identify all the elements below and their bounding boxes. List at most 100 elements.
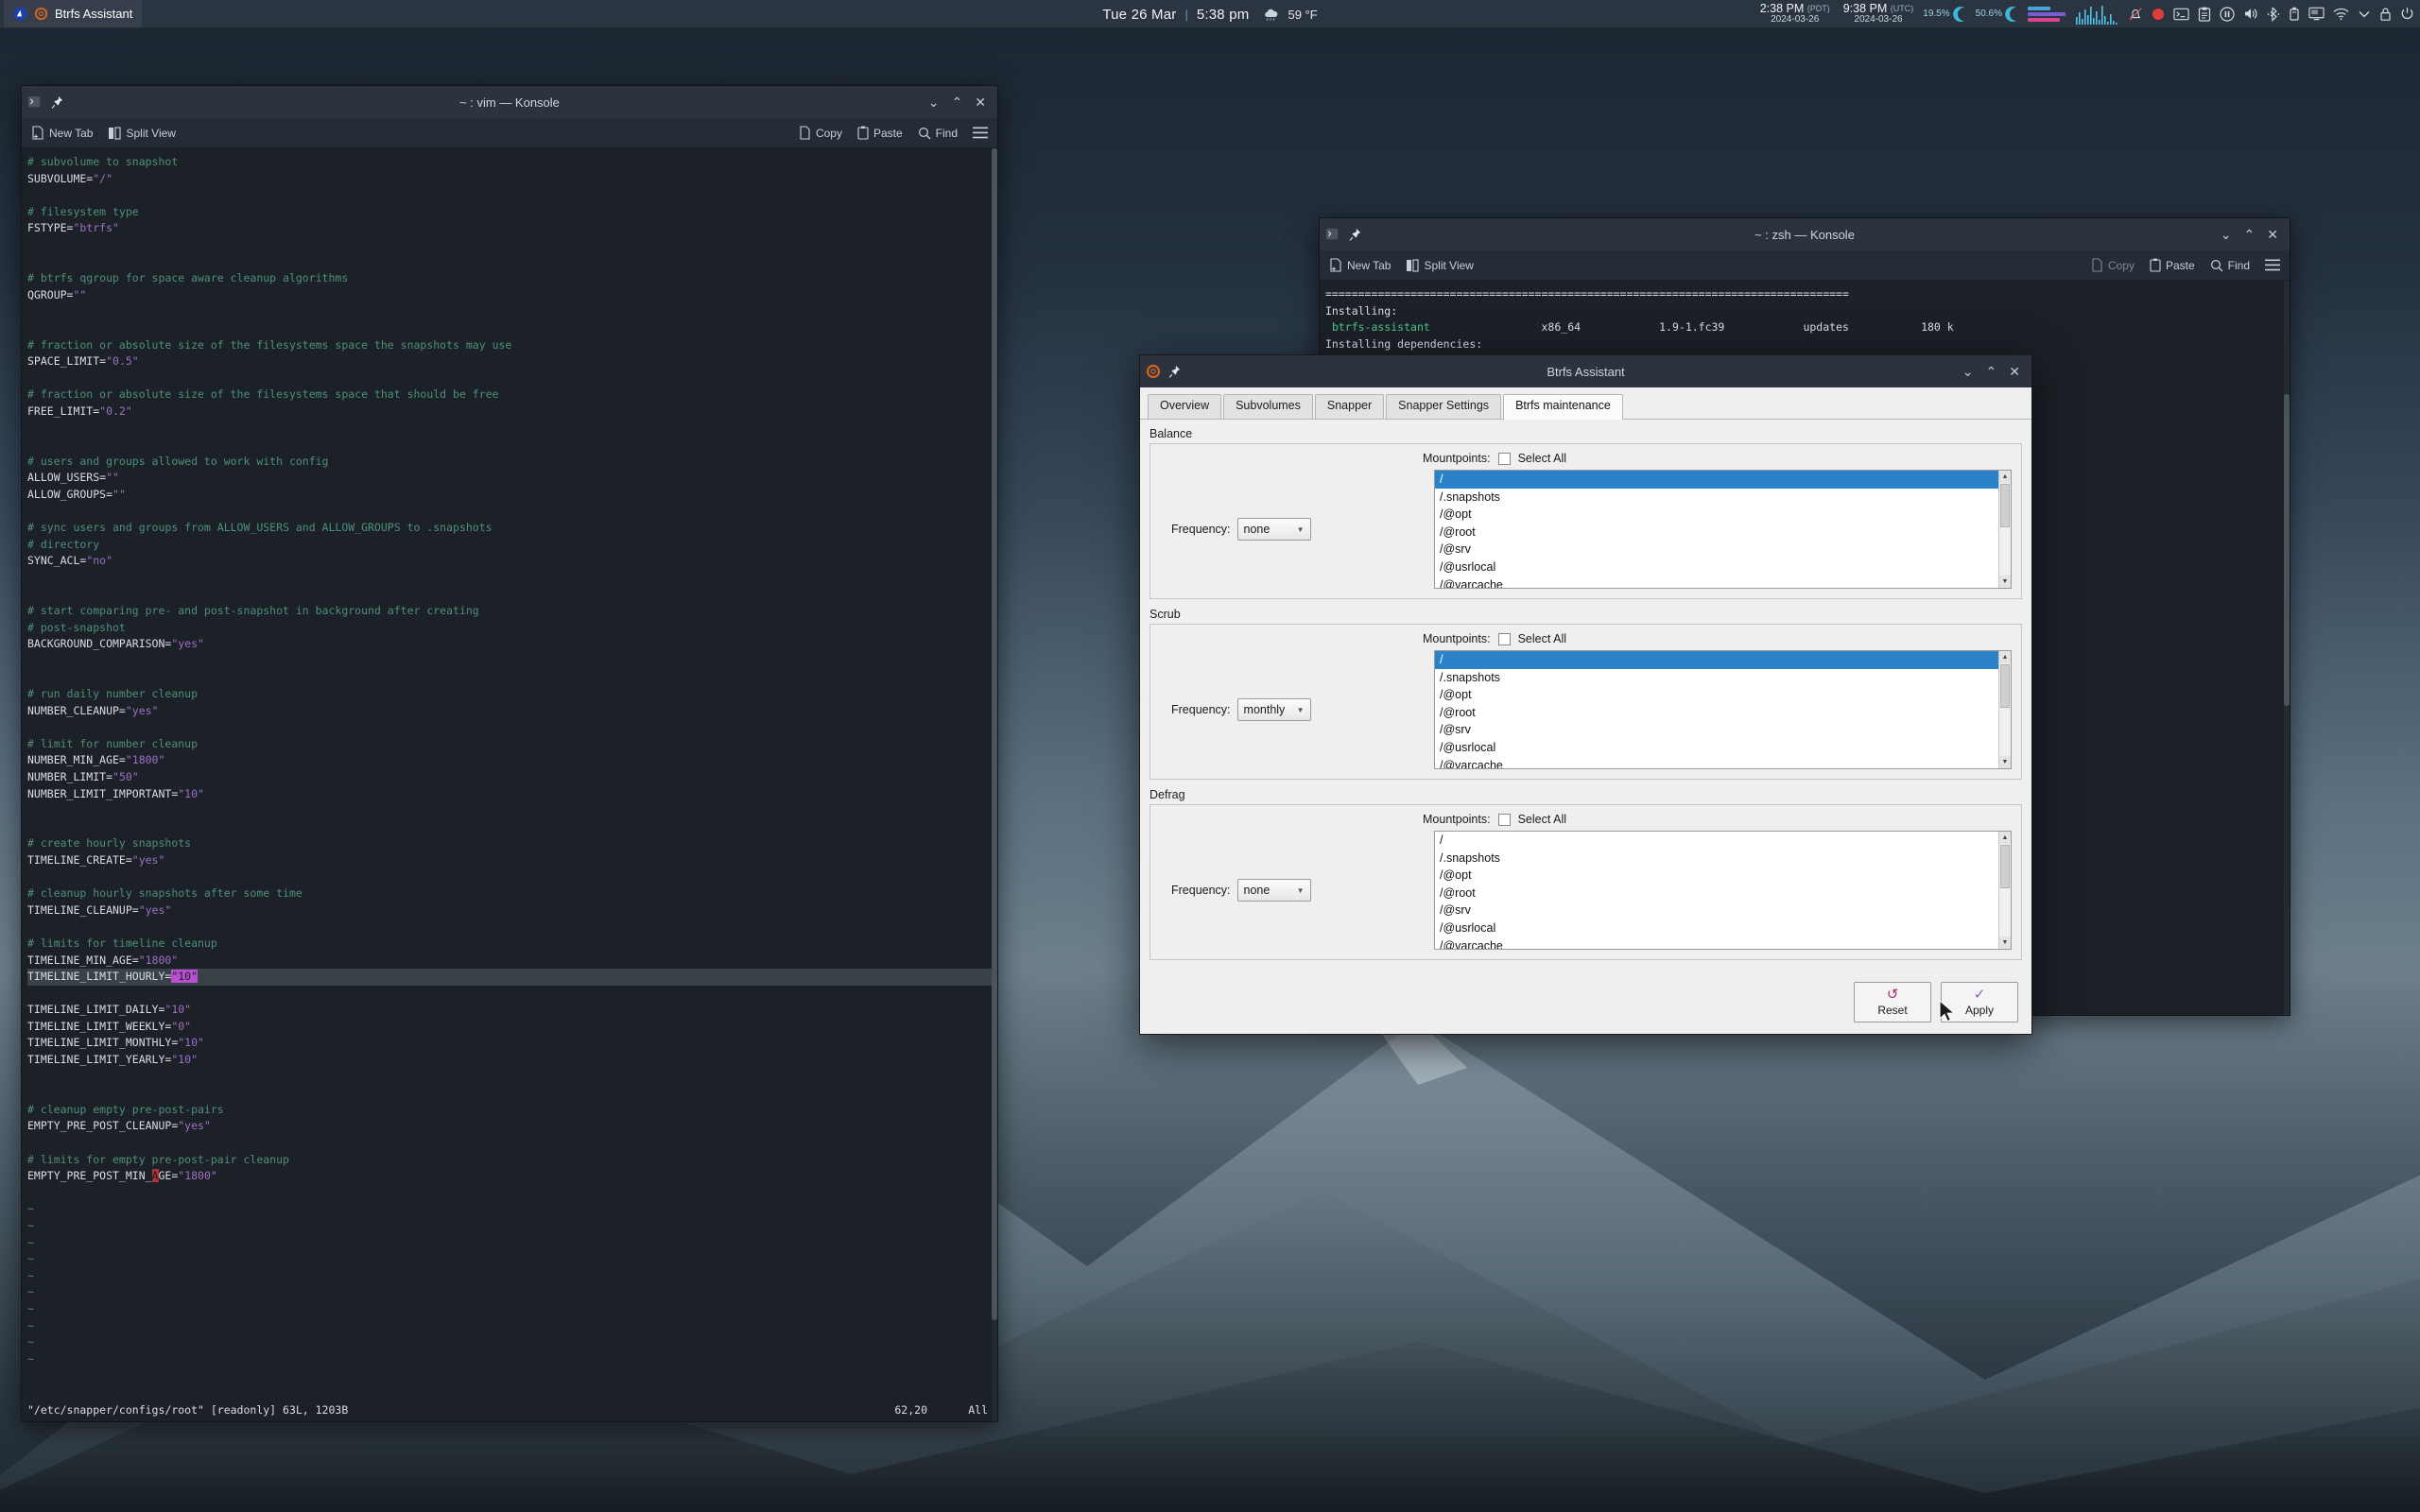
tab-subvolumes[interactable]: Subvolumes — [1223, 394, 1313, 419]
list-item[interactable]: /@opt — [1435, 686, 2011, 704]
zsh-close-button[interactable]: ✕ — [2267, 228, 2278, 241]
zsh-scrollbar[interactable] — [2284, 281, 2290, 1015]
resource-bars-widget[interactable] — [2028, 6, 2066, 22]
vim-scrollbar-thumb[interactable] — [992, 148, 997, 1320]
zsh-paste-button[interactable]: Paste — [2150, 258, 2195, 272]
section-defrag-frequency-select[interactable]: none ▼ — [1236, 879, 1311, 902]
list-item[interactable]: /@usrlocal — [1435, 558, 2011, 576]
section-scrub-frequency-select[interactable]: monthly ▼ — [1236, 698, 1311, 721]
panel-time[interactable]: 5:38 pm — [1197, 7, 1250, 23]
panel-date[interactable]: Tue 26 Mar — [1102, 7, 1176, 23]
terminal-icon[interactable] — [2173, 8, 2189, 21]
vim-editor-buffer[interactable]: # subvolume to snapshot SUBVOLUME="/" # … — [22, 148, 997, 1421]
display-icon[interactable] — [2308, 7, 2325, 21]
zsh-new-tab-button[interactable]: New Tab — [1329, 258, 1391, 272]
pin-icon[interactable] — [1168, 365, 1181, 379]
vim-close-button[interactable]: ✕ — [975, 95, 986, 109]
wifi-icon[interactable] — [2333, 8, 2349, 21]
cpu-meter-1[interactable]: 19.5% — [1923, 6, 1965, 23]
apply-button[interactable]: ✓ Apply — [1941, 982, 2018, 1022]
list-item[interactable]: /.snapshots — [1435, 850, 2011, 868]
bluetooth-icon[interactable] — [2267, 7, 2280, 22]
tab-snapper-settings[interactable]: Snapper Settings — [1386, 394, 1502, 419]
reset-button[interactable]: ↺ Reset — [1854, 982, 1931, 1022]
list-item[interactable]: /@usrlocal — [1435, 739, 2011, 757]
list-item[interactable]: /@opt — [1435, 506, 2011, 524]
power-icon[interactable] — [2400, 7, 2414, 21]
pin-icon[interactable] — [1349, 228, 1361, 242]
section-scrub-mountpoint-list[interactable]: //.snapshots/@opt/@root/@srv/@usrlocal/@… — [1434, 650, 2012, 769]
zsh-copy-button[interactable]: Copy — [2091, 258, 2135, 272]
list-item[interactable]: /@srv — [1435, 541, 2011, 558]
tab-btrfs-maintenance[interactable]: Btrfs maintenance — [1503, 394, 1623, 420]
section-scrub-select-all-checkbox[interactable] — [1497, 632, 1511, 645]
record-icon[interactable] — [2152, 8, 2165, 21]
section-defrag-list-scroll-thumb[interactable] — [2000, 845, 2010, 888]
section-scrub-list-scroll-thumb[interactable] — [2000, 664, 2010, 708]
scroll-down-arrow-icon[interactable]: ▼ — [1999, 936, 2011, 949]
list-item[interactable]: /.snapshots — [1435, 669, 2011, 687]
panel-temperature[interactable]: 59 °F — [1288, 8, 1317, 22]
hamburger-icon[interactable] — [2265, 259, 2280, 271]
tab-overview[interactable]: Overview — [1148, 394, 1222, 419]
pause-icon[interactable] — [2220, 6, 2235, 22]
network-graph-widget[interactable] — [2075, 4, 2118, 25]
list-item[interactable]: /@usrlocal — [1435, 919, 2011, 937]
list-item[interactable]: /@root — [1435, 704, 2011, 722]
zsh-split-view-button[interactable]: Split View — [1406, 259, 1474, 272]
section-balance-mountpoint-list[interactable]: //.snapshots/@opt/@root/@srv/@usrlocal/@… — [1434, 470, 2012, 589]
vim-maximize-button[interactable]: ⌃ — [952, 95, 963, 109]
list-item[interactable]: /@varcache — [1435, 757, 2011, 768]
section-defrag-select-all-checkbox[interactable] — [1497, 813, 1511, 826]
scroll-down-arrow-icon[interactable]: ▼ — [1999, 576, 2011, 588]
volume-icon[interactable] — [2243, 7, 2258, 21]
vim-scrollbar[interactable] — [992, 148, 997, 1421]
list-item[interactable]: / — [1435, 651, 2011, 669]
tab-snapper[interactable]: Snapper — [1314, 394, 1385, 419]
dialog-titlebar[interactable]: Btrfs Assistant ⌄ ⌃ ✕ — [1140, 355, 2031, 387]
clipboard-icon[interactable] — [2198, 7, 2211, 22]
vim-minimize-button[interactable]: ⌄ — [928, 95, 940, 109]
hamburger-icon[interactable] — [973, 127, 988, 139]
zsh-maximize-button[interactable]: ⌃ — [2244, 228, 2256, 241]
vim-copy-button[interactable]: Copy — [799, 126, 842, 140]
dialog-maximize-button[interactable]: ⌃ — [1986, 365, 1997, 378]
list-item[interactable]: /@opt — [1435, 867, 2011, 885]
chevron-down-icon[interactable] — [2358, 9, 2371, 20]
dialog-minimize-button[interactable]: ⌄ — [1962, 365, 1974, 378]
bell-off-icon[interactable] — [2128, 7, 2143, 22]
dual-clock-widget[interactable]: 2:38 PM (PDT) 2024-03-26 9:38 PM (UTC) 2… — [1760, 2, 1914, 26]
vim-split-view-button[interactable]: Split View — [108, 127, 176, 140]
lock-icon[interactable] — [2379, 7, 2392, 22]
taskbar-entry-btrfs-assistant[interactable]: Btrfs Assistant — [4, 0, 143, 27]
vim-new-tab-button[interactable]: New Tab — [31, 126, 93, 140]
section-balance-list-scroll-thumb[interactable] — [2000, 484, 2010, 527]
list-item[interactable]: /@varcache — [1435, 576, 2011, 588]
list-item[interactable]: /.snapshots — [1435, 489, 2011, 507]
zsh-minimize-button[interactable]: ⌄ — [2221, 228, 2232, 241]
dialog-close-button[interactable]: ✕ — [2009, 365, 2020, 378]
section-defrag-mountpoint-list[interactable]: //.snapshots/@opt/@root/@srv/@usrlocal/@… — [1434, 831, 2012, 950]
scroll-up-arrow-icon[interactable]: ▲ — [1999, 651, 2011, 663]
zsh-find-button[interactable]: Find — [2210, 259, 2250, 272]
zsh-titlebar[interactable]: ~ : zsh — Konsole ⌄ ⌃ ✕ — [1320, 218, 2290, 250]
list-item[interactable]: /@root — [1435, 524, 2011, 541]
section-balance-select-all-checkbox[interactable] — [1497, 452, 1511, 465]
list-item[interactable]: /@srv — [1435, 721, 2011, 739]
zsh-scrollbar-thumb[interactable] — [2284, 394, 2290, 706]
btrfs-assistant-dialog[interactable]: Btrfs Assistant ⌄ ⌃ ✕ Overview Subvolumes… — [1139, 354, 2032, 1035]
list-item[interactable]: /@srv — [1435, 902, 2011, 919]
list-item[interactable]: /@root — [1435, 885, 2011, 902]
pin-icon[interactable] — [51, 95, 63, 110]
scroll-down-arrow-icon[interactable]: ▼ — [1999, 756, 2011, 768]
list-item[interactable]: / — [1435, 471, 2011, 489]
list-item[interactable]: /@varcache — [1435, 937, 2011, 949]
vim-find-button[interactable]: Find — [918, 127, 958, 140]
cpu-meter-2[interactable]: 50.6% — [1976, 6, 2018, 23]
scroll-up-arrow-icon[interactable]: ▲ — [1999, 832, 2011, 844]
vim-paste-button[interactable]: Paste — [857, 126, 903, 140]
list-item[interactable]: / — [1435, 832, 2011, 850]
vim-titlebar[interactable]: ~ : vim — Konsole ⌄ ⌃ ✕ — [22, 86, 997, 118]
scroll-up-arrow-icon[interactable]: ▲ — [1999, 471, 2011, 483]
cloud-rain-icon[interactable] — [1263, 8, 1279, 22]
